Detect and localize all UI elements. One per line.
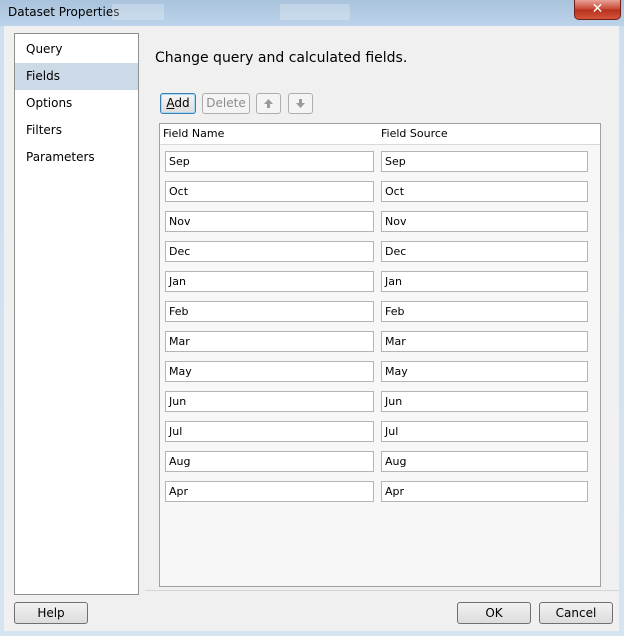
add-button-label: dd (174, 96, 190, 110)
field-name-cell[interactable]: Jul (165, 421, 374, 442)
field-source-cell[interactable]: Aug (381, 451, 588, 472)
background-ghost (280, 4, 350, 20)
nav-item-parameters[interactable]: Parameters (15, 144, 138, 171)
field-name-cell[interactable]: Sep (165, 151, 374, 172)
field-name-cell[interactable]: Aug (165, 451, 374, 472)
nav-pane: Query Fields Options Filters Parameters (14, 33, 139, 595)
field-source-cell[interactable]: Feb (381, 301, 588, 322)
nav-item-filters[interactable]: Filters (15, 117, 138, 144)
arrow-down-icon (296, 99, 305, 108)
nav-item-options[interactable]: Options (15, 90, 138, 117)
dialog-client-area: Query Fields Options Filters Parameters … (4, 26, 619, 631)
field-name-cell[interactable]: Oct (165, 181, 374, 202)
cancel-button[interactable]: Cancel (539, 602, 613, 624)
help-button[interactable]: Help (14, 602, 88, 624)
nav-item-query[interactable]: Query (15, 36, 138, 63)
field-source-cell[interactable]: Jan (381, 271, 588, 292)
field-source-cell[interactable]: Nov (381, 211, 588, 232)
close-button[interactable]: ✕ (574, 0, 621, 20)
title-bar[interactable]: Dataset Properties ✕ (0, 0, 624, 26)
field-source-cell[interactable]: May (381, 361, 588, 382)
field-source-cell[interactable]: Jul (381, 421, 588, 442)
delete-button[interactable]: Delete (202, 93, 250, 114)
footer-divider (145, 590, 619, 591)
field-source-cell[interactable]: Sep (381, 151, 588, 172)
fields-grid: Field Name Field Source Sep Sep Oct Oct Nov N… (159, 123, 601, 587)
background-ghost (112, 4, 164, 20)
field-name-cell[interactable]: Jan (165, 271, 374, 292)
field-source-cell[interactable]: Apr (381, 481, 588, 502)
nav-item-fields[interactable]: Fields (15, 63, 138, 90)
field-name-cell[interactable]: May (165, 361, 374, 382)
field-source-cell[interactable]: Jun (381, 391, 588, 412)
field-name-cell[interactable]: Feb (165, 301, 374, 322)
ok-button[interactable]: OK (457, 602, 531, 624)
column-header-field-source: Field Source (381, 127, 448, 140)
arrow-up-icon (264, 99, 273, 108)
field-name-cell[interactable]: Mar (165, 331, 374, 352)
column-header-field-name: Field Name (163, 127, 225, 140)
add-button[interactable]: Add (160, 93, 196, 114)
close-icon: ✕ (591, 1, 604, 17)
field-source-cell[interactable]: Oct (381, 181, 588, 202)
dataset-properties-window: Dataset Properties ✕ Query Fields Option… (0, 0, 624, 636)
field-source-cell[interactable]: Dec (381, 241, 588, 262)
grid-header: Field Name Field Source (160, 124, 600, 145)
page-heading: Change query and calculated fields. (155, 50, 408, 66)
field-name-cell[interactable]: Apr (165, 481, 374, 502)
field-name-cell[interactable]: Dec (165, 241, 374, 262)
window-title: Dataset Properties (8, 5, 120, 19)
field-name-cell[interactable]: Jun (165, 391, 374, 412)
field-source-cell[interactable]: Mar (381, 331, 588, 352)
move-up-button[interactable] (256, 93, 281, 114)
field-name-cell[interactable]: Nov (165, 211, 374, 232)
move-down-button[interactable] (288, 93, 313, 114)
